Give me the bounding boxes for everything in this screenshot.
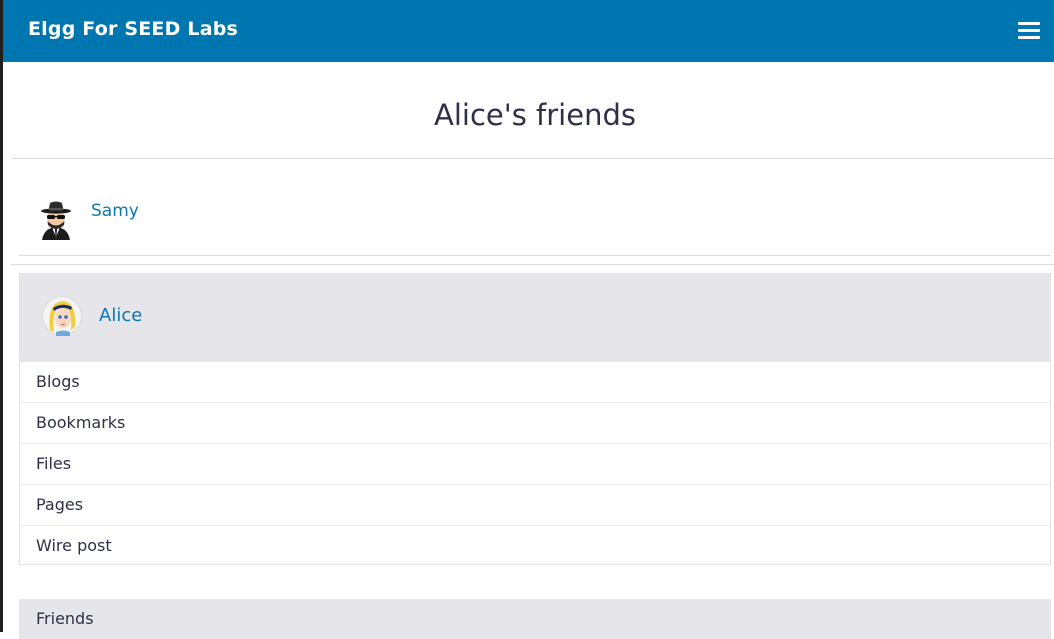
friends-section-header[interactable]: Friends (19, 599, 1051, 639)
alice-avatar-icon[interactable] (42, 296, 82, 336)
page-title: Alice's friends (434, 98, 636, 132)
section-divider (11, 264, 1054, 265)
owner-menu: Blogs Bookmarks Files Pages Wire post (20, 362, 1050, 566)
owner-block: Alice Blogs Bookmarks Files Pages Wire p… (19, 273, 1051, 565)
site-name-link[interactable]: Elgg For SEED Labs (28, 18, 238, 40)
title-divider (11, 158, 1054, 159)
owner-menu-item-bookmarks[interactable]: Bookmarks (20, 403, 1050, 444)
owner-menu-item-files[interactable]: Files (20, 444, 1050, 485)
friend-list-item: Samy (20, 190, 1050, 250)
window-left-edge (0, 0, 3, 632)
list-divider (19, 255, 1051, 256)
hamburger-menu-icon[interactable] (1018, 22, 1040, 40)
owner-menu-item-blogs[interactable]: Blogs (20, 362, 1050, 403)
owner-menu-item-pages[interactable]: Pages (20, 485, 1050, 526)
friend-name-link[interactable]: Samy (91, 201, 139, 221)
spy-avatar-icon[interactable] (36, 200, 76, 240)
owner-header: Alice (20, 274, 1050, 362)
top-bar: Elgg For SEED Labs (3, 0, 1054, 62)
owner-menu-item-wire-post[interactable]: Wire post (20, 526, 1050, 566)
friends-section-label: Friends (36, 609, 94, 628)
owner-name-link[interactable]: Alice (99, 305, 142, 326)
